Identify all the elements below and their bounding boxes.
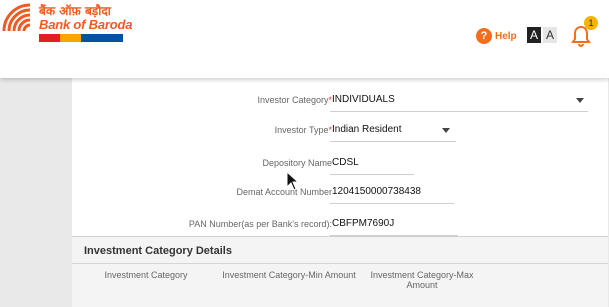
pan-number-field[interactable]: CBFPM7690J [330,213,458,236]
investor-type-value: Indian Resident [332,124,402,135]
depository-name-value: CDSL [332,157,359,168]
investor-category-label: Investor Category* [257,95,332,105]
mouse-cursor-icon [286,171,300,191]
investor-type-row: Investor Type* Indian Resident [72,119,608,143]
investor-details-form: Investor Category* INDIVIDUALS Investor … [72,78,608,238]
demat-account-value: 1204150000738438 [332,186,421,197]
bank-of-baroda-logo-icon [2,3,31,32]
column-header-min-amount: Investment Category-Min Amount [222,270,356,280]
column-header-max-amount: Investment Category-Max Amount [370,270,474,290]
investment-category-section: Investment Category Details Investment C… [72,236,608,307]
pan-number-label: PAN Number(as per Bank's record): [188,219,332,229]
demat-account-row: Demat Account Number 1204150000738438 [72,181,608,205]
font-size-large-button[interactable]: A [527,27,541,43]
chevron-down-icon [576,98,584,103]
bank-logo[interactable]: बैंक ऑफ़ बड़ौदा Bank of Baroda [2,2,132,42]
app-header: बैंक ऑफ़ बड़ौदा Bank of Baroda ? Help A … [0,0,609,78]
investor-type-select[interactable]: Indian Resident [330,119,456,142]
pan-number-row: PAN Number(as per Bank's record): CBFPM7… [72,213,608,237]
demat-account-field[interactable]: 1204150000738438 [330,181,454,204]
depository-name-label: Depository Name [262,158,332,168]
help-button[interactable]: ? Help [476,28,517,44]
investor-category-row: Investor Category* INDIVIDUALS [72,89,608,113]
depository-name-row: Depository Name CDSL [72,152,608,176]
help-icon: ? [476,28,492,44]
demat-account-label: Demat Account Number [236,187,332,197]
chevron-down-icon [442,128,450,133]
investor-type-label: Investor Type* [274,125,332,135]
pan-number-value: CBFPM7690J [332,218,395,229]
font-size-small-button[interactable]: A [543,27,557,43]
investor-category-select[interactable]: INDIVIDUALS [330,89,588,112]
section-title: Investment Category Details [84,245,232,257]
help-label: Help [495,30,517,42]
depository-name-field[interactable]: CDSL [330,152,414,175]
logo-partner-strip [39,34,123,42]
column-header-category: Investment Category [104,270,188,280]
notification-count-badge: 1 [584,16,598,30]
section-divider [72,263,608,264]
logo-english-text: Bank of Baroda [39,17,133,32]
investor-category-value: INDIVIDUALS [332,94,395,105]
